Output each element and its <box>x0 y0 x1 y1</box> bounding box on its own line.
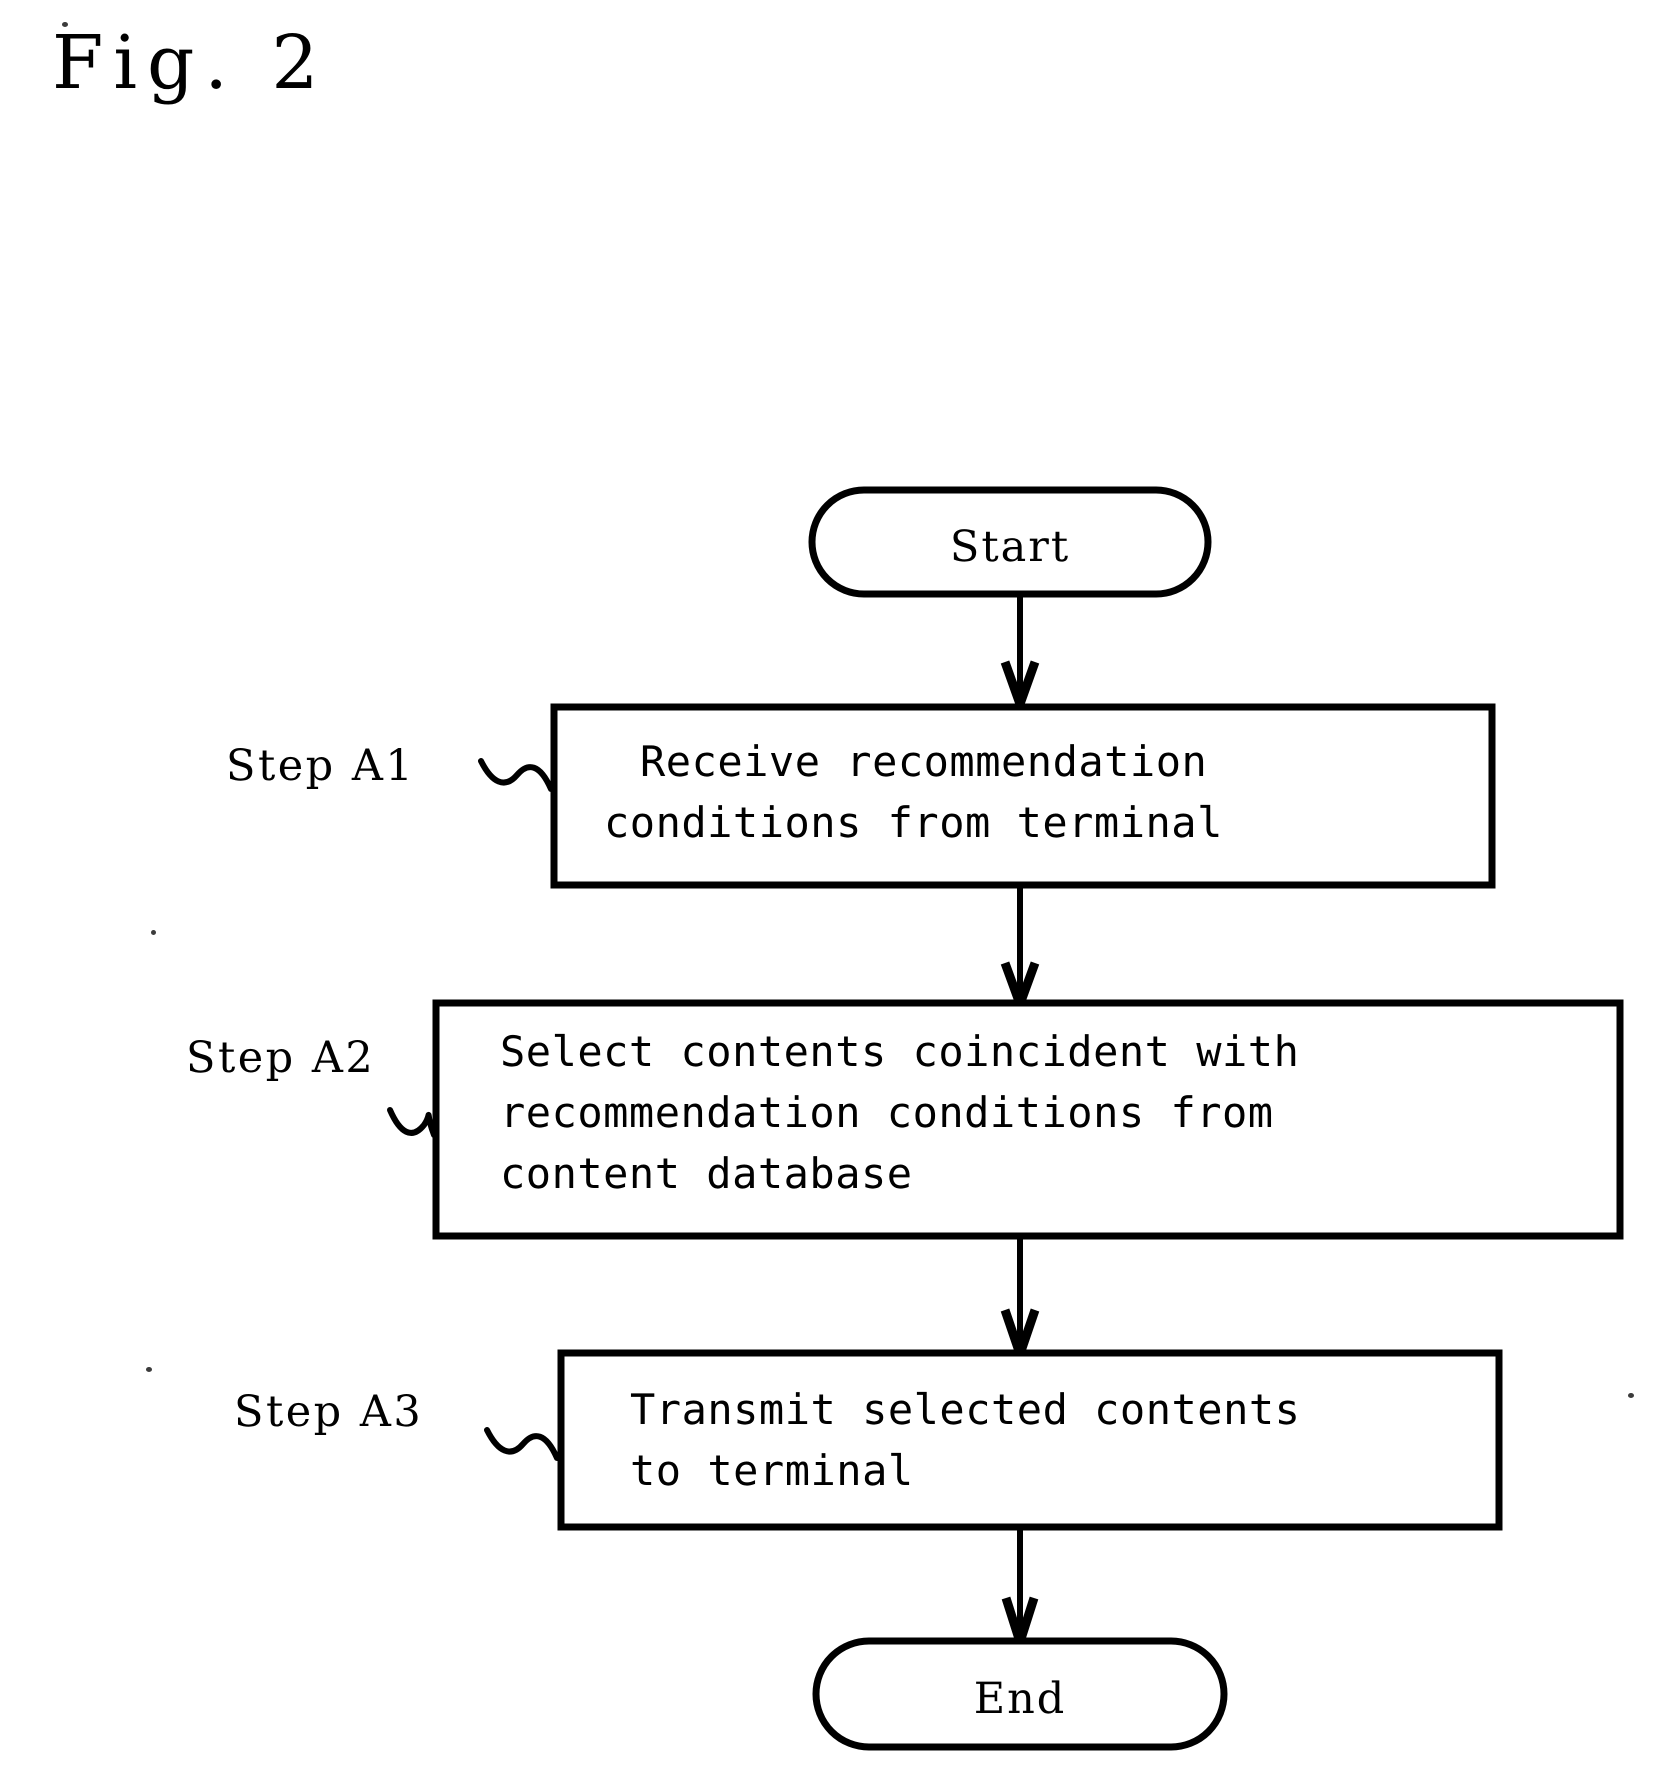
step-a3-box-line-2: to terminal <box>630 1446 914 1495</box>
step-a2-box-line-1: Select contents coincident with <box>500 1027 1300 1076</box>
edge-a2-to-a3 <box>1000 1236 1040 1368</box>
step-a2-leader-squiggle <box>387 1107 437 1138</box>
edge-start-to-a1 <box>1000 594 1040 718</box>
edge-a3-to-end <box>1001 1527 1039 1657</box>
step-a3-label: Step A3 <box>234 1387 424 1437</box>
step-a2-box-line-2: recommendation conditions from <box>500 1088 1274 1137</box>
step-a1-box-line-2: conditions from terminal <box>604 798 1223 847</box>
edge-a1-to-a2 <box>1000 885 1040 1018</box>
start-terminator-label: Start <box>949 522 1071 572</box>
figure-page: Fig. 2 Start Step A1 Receive recommendat… <box>0 0 1676 1792</box>
step-a2-box-line-3: content database <box>500 1149 913 1198</box>
step-a1-label: Step A1 <box>226 741 416 791</box>
scan-speck <box>146 1367 152 1372</box>
step-a1-box-line-1: Receive recommendation <box>640 737 1208 786</box>
scan-speck <box>1628 1393 1634 1398</box>
end-terminator-label: End <box>973 1674 1067 1724</box>
flowchart-canvas <box>387 486 1624 1751</box>
step-a1-leader-squiggle <box>478 758 554 792</box>
scan-speck <box>151 930 156 935</box>
step-a3-leader-squiggle <box>484 1427 560 1461</box>
step-a2-label: Step A2 <box>186 1033 376 1083</box>
step-a3-box-line-1: Transmit selected contents <box>630 1385 1301 1434</box>
scan-speck <box>62 22 68 27</box>
